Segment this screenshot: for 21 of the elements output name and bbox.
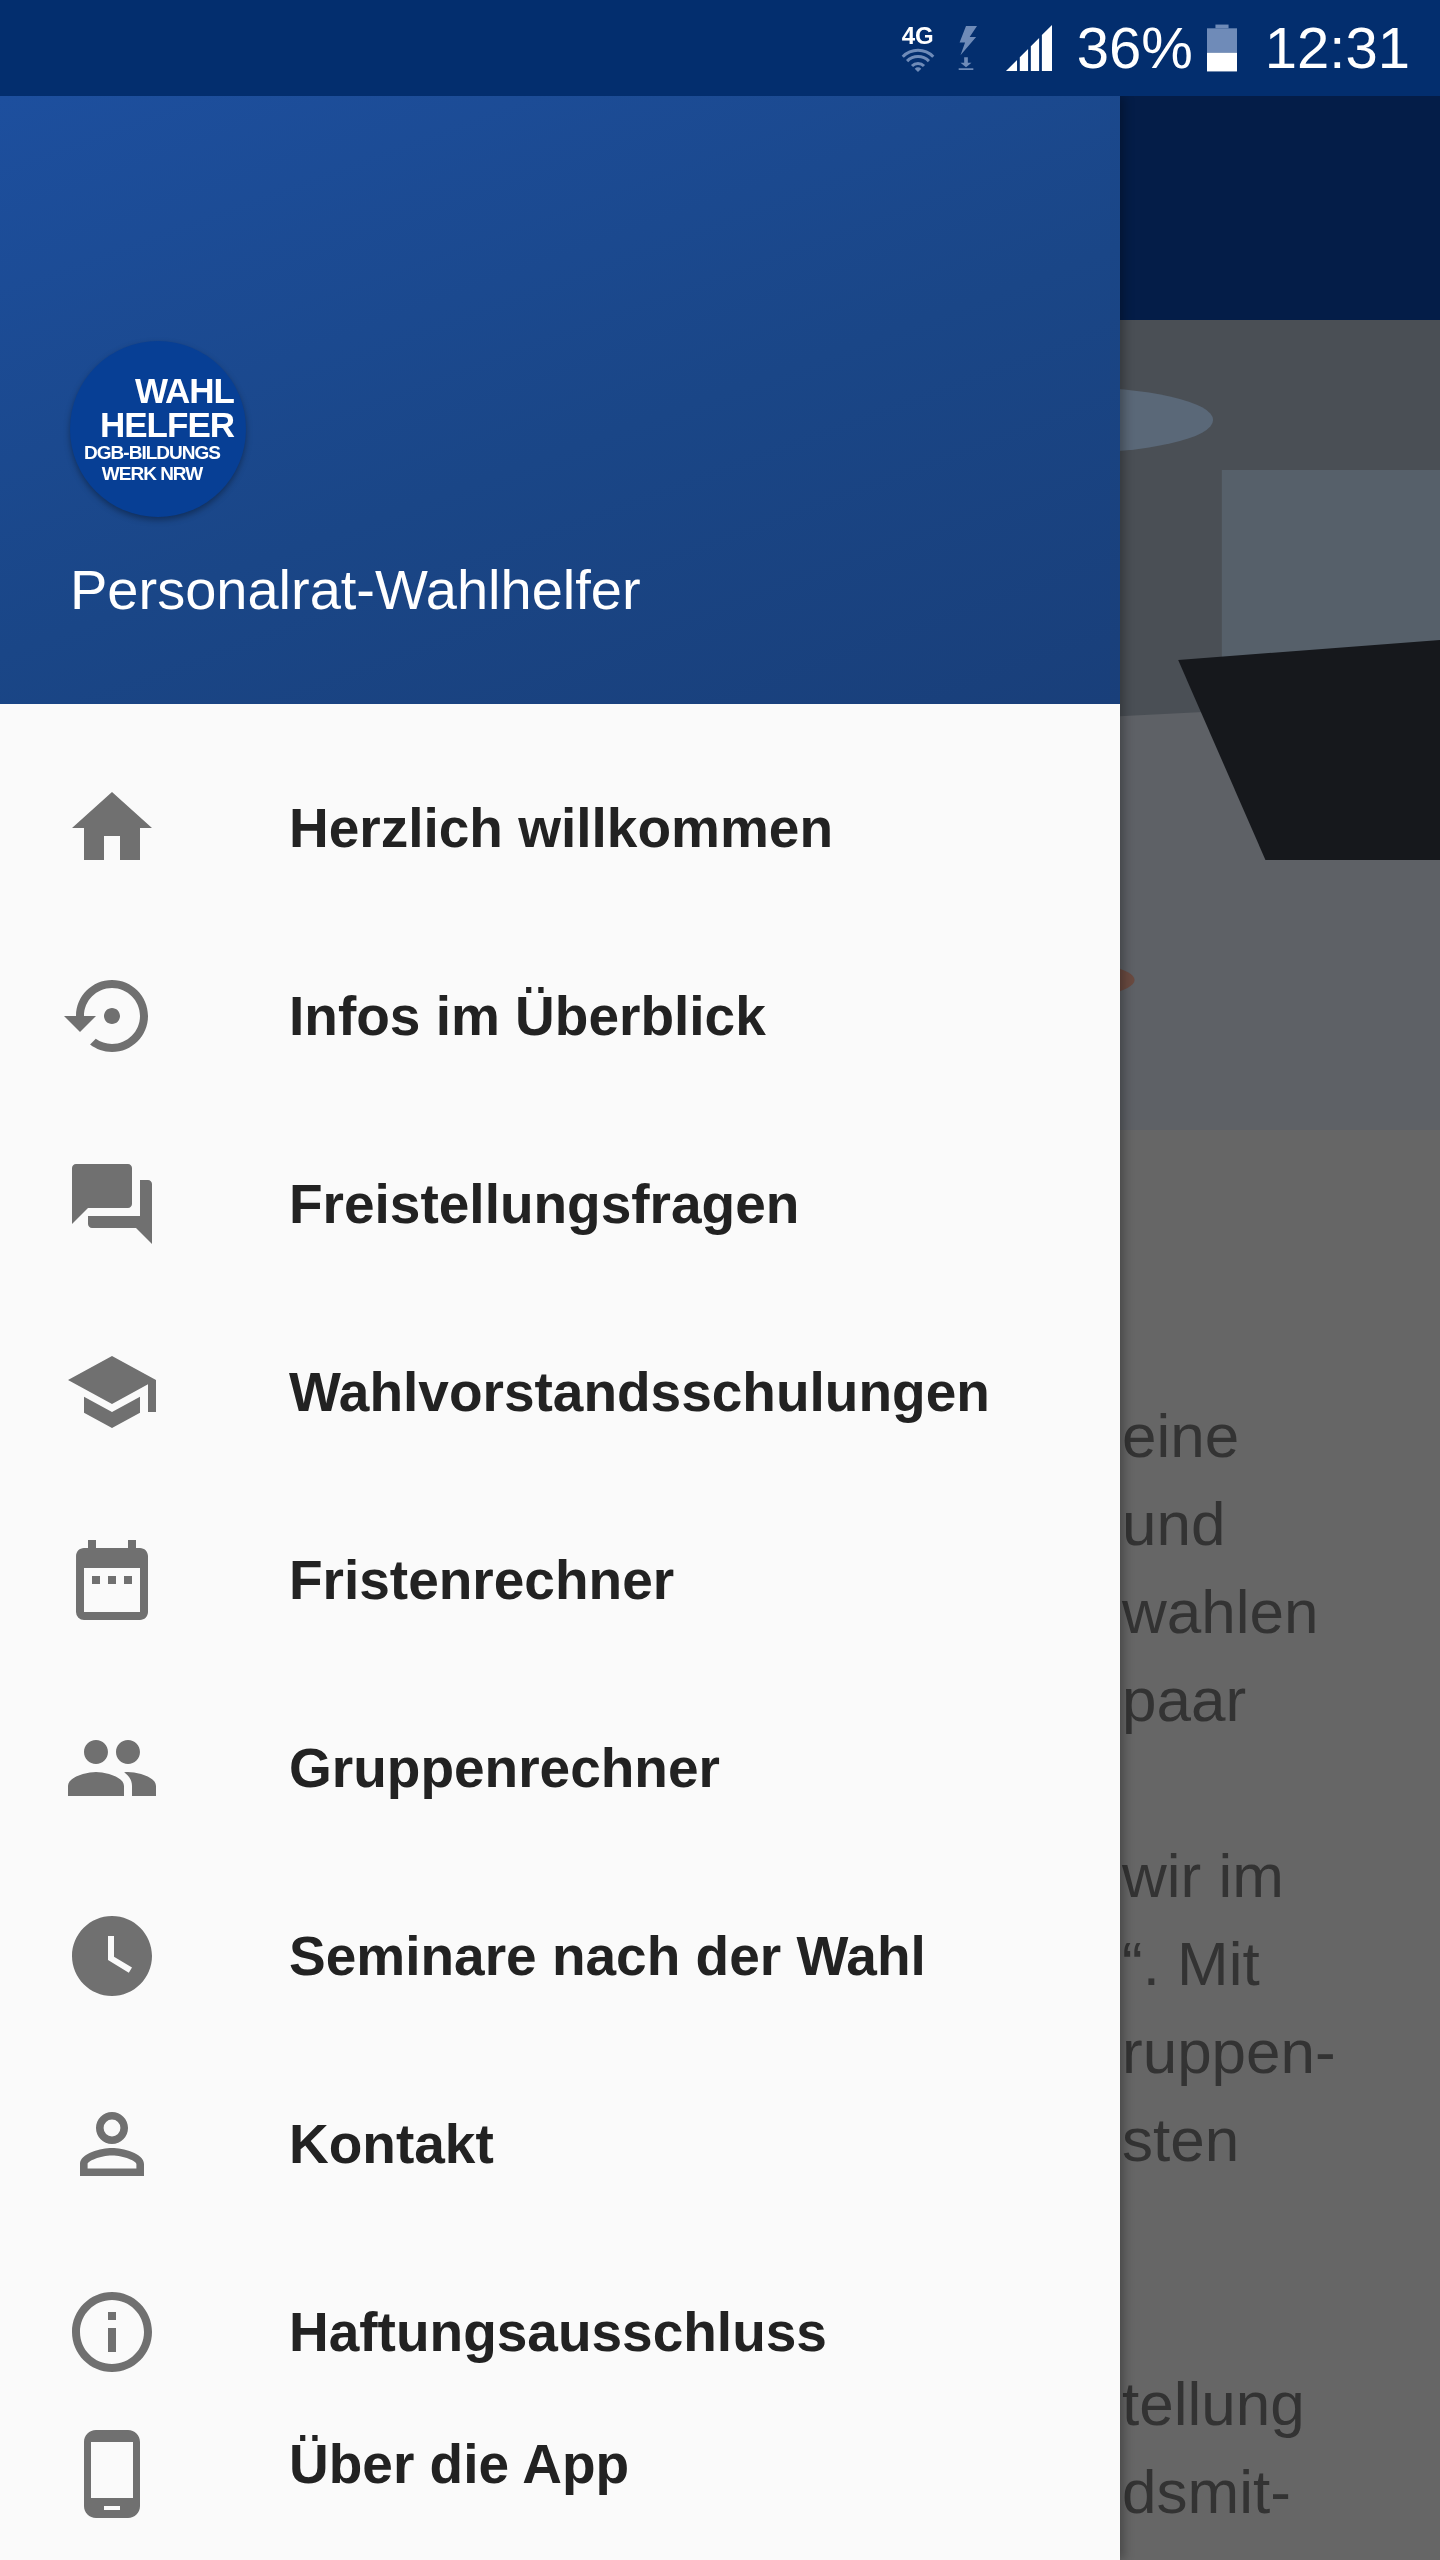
wifi-icon <box>899 48 936 72</box>
network-label: 4G <box>901 24 934 48</box>
menu-item[interactable]: Seminare nach der Wahl <box>0 1862 1120 2050</box>
menu-item[interactable]: Herzlich willkommen <box>0 734 1120 922</box>
battery-percent: 36% <box>1076 14 1193 82</box>
app-title: Personalrat-Wahlhelfer <box>70 557 642 623</box>
logo-text: DGB-BILDUNGS <box>84 442 220 463</box>
logo-text: WERK NRW <box>101 463 203 484</box>
menu-item[interactable]: Wahlvorstandsschulungen <box>0 1298 1120 1486</box>
menu-item[interactable]: Gruppenrechner <box>0 1674 1120 1862</box>
signal-icon <box>1004 25 1053 71</box>
menu-item[interactable]: Fristenrechner <box>0 1486 1120 1674</box>
clock-time: 12:31 <box>1264 14 1410 82</box>
menu-item[interactable]: Infos im Überblick <box>0 922 1120 1110</box>
menu-item[interactable]: Kontakt <box>0 2050 1120 2238</box>
menu-item[interactable]: Freistellungsfragen <box>0 1110 1120 1298</box>
menu-item[interactable]: Über die App <box>0 2426 1120 2542</box>
logo-text: HELFER <box>100 408 234 442</box>
battery-icon <box>1206 24 1237 72</box>
menu-item[interactable]: Haftungsausschluss <box>0 2238 1120 2426</box>
logo-text: WAHL <box>134 374 234 408</box>
